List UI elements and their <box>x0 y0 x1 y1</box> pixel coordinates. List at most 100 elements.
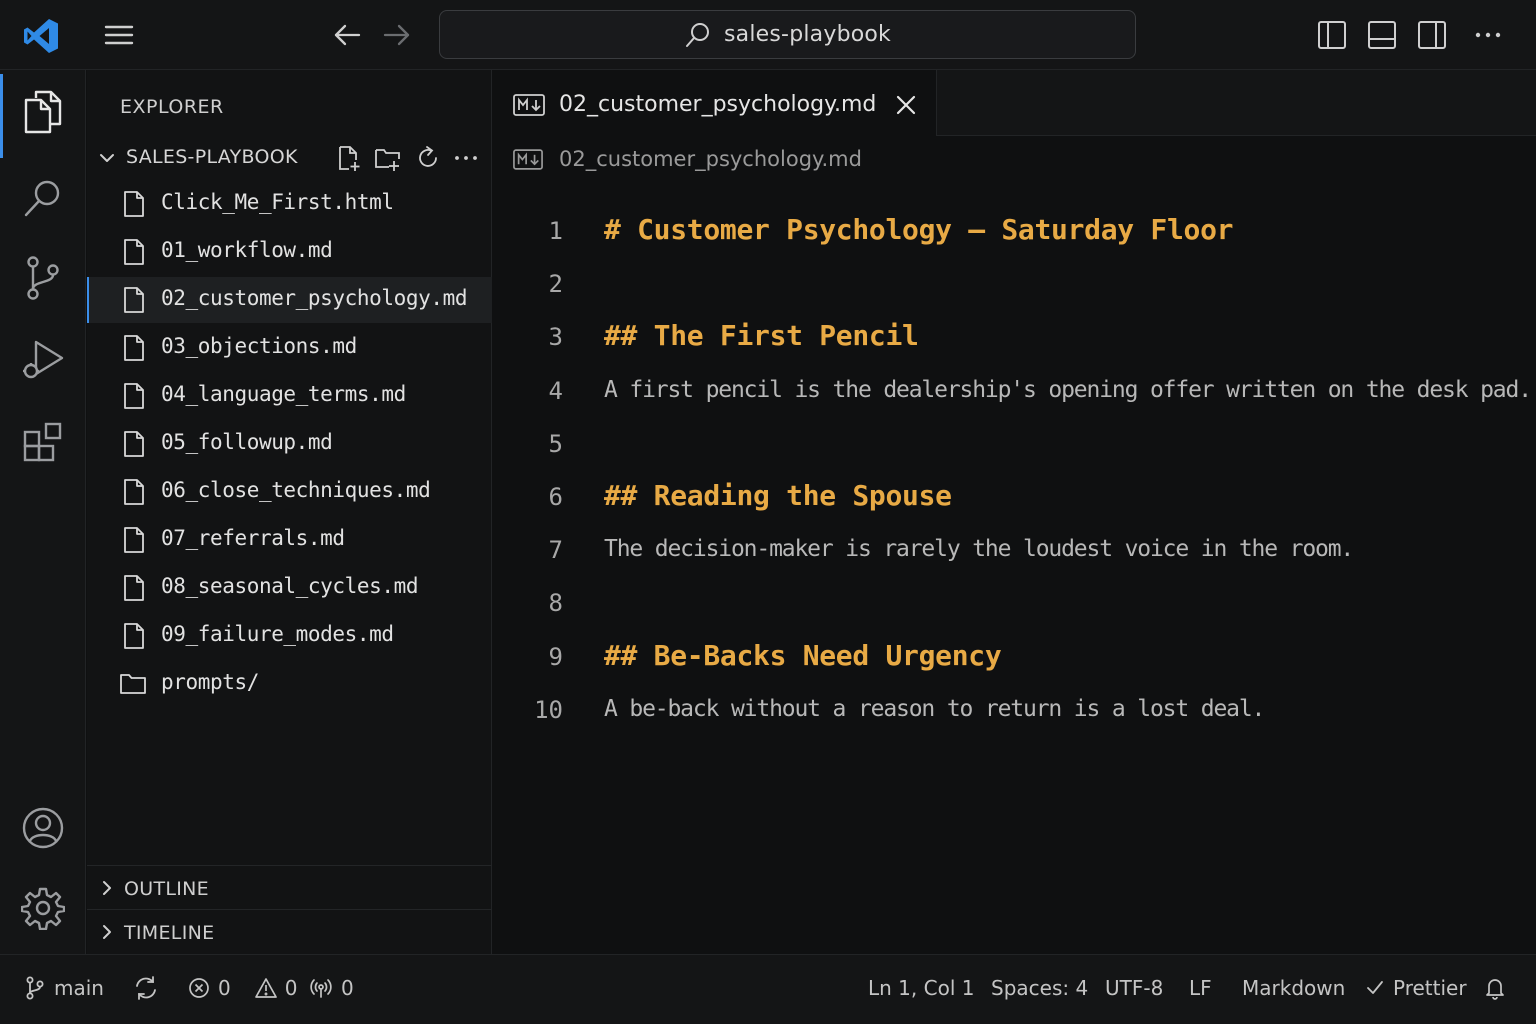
file-name: 05_followup.md <box>161 430 333 454</box>
line-number: 2 <box>548 270 563 299</box>
timeline-label: TIMELINE <box>124 922 215 944</box>
heading-line: ## The First Pencil <box>604 319 919 353</box>
file-icon <box>122 622 146 650</box>
error-icon <box>188 977 210 999</box>
tab-label: 02_customer_psychology.md <box>559 92 877 117</box>
file-name: 04_language_terms.md <box>161 382 406 406</box>
hamburger-menu-icon[interactable] <box>102 20 136 50</box>
file-name: 08_seasonal_cycles.md <box>161 574 419 598</box>
cursor-position[interactable]: Ln 1, Col 1 <box>868 971 974 1005</box>
file-item[interactable]: 09_failure_modes.md <box>87 613 492 659</box>
file-item[interactable]: 02_customer_psychology.md <box>87 277 492 323</box>
end-of-line[interactable]: LF <box>1189 971 1212 1005</box>
branch-name: main <box>54 976 104 1000</box>
markdown-icon <box>513 94 545 116</box>
heading-line: ## Be-Backs Need Urgency <box>604 638 1002 672</box>
file-item[interactable]: 04_language_terms.md <box>87 373 492 419</box>
refresh-icon[interactable] <box>414 144 442 172</box>
formatter-name: Prettier <box>1393 976 1467 1000</box>
breadcrumb[interactable]: 02_customer_psychology.md <box>513 144 862 174</box>
file-item[interactable]: 01_workflow.md <box>87 229 492 275</box>
file-name: 01_workflow.md <box>161 238 333 262</box>
file-name: 03_objections.md <box>161 334 357 358</box>
arrow-left-icon[interactable] <box>330 20 364 50</box>
text-line: The decision-maker is rarely the loudest… <box>604 536 1354 563</box>
line-number: 8 <box>548 589 563 618</box>
chevron-right-icon <box>97 922 117 942</box>
file-icon <box>122 526 146 554</box>
formatter-status[interactable]: Prettier <box>1365 971 1467 1005</box>
file-item[interactable]: 08_seasonal_cycles.md <box>87 565 492 611</box>
markdown-icon <box>513 148 543 170</box>
encoding[interactable]: UTF-8 <box>1105 971 1163 1005</box>
command-center-search[interactable]: sales-playbook <box>439 10 1136 59</box>
line-number: 4 <box>548 376 563 405</box>
file-icon <box>122 286 146 314</box>
bell-icon[interactable] <box>1484 971 1506 1005</box>
file-icon <box>122 478 146 506</box>
gear-icon[interactable] <box>0 868 86 948</box>
vscode-logo-icon[interactable] <box>22 17 60 55</box>
file-icon <box>122 382 146 410</box>
branch-icon <box>24 976 46 1000</box>
heading-line: # Customer Psychology — Saturday Floor <box>604 213 1234 246</box>
sync-icon[interactable] <box>133 971 159 1005</box>
file-icon <box>122 238 146 266</box>
line-number: 6 <box>548 483 563 511</box>
title-bar: sales-playbook <box>0 0 1536 70</box>
editor-area: 02_customer_psychology.md 02_customer_ps… <box>493 70 1536 954</box>
new-file-icon[interactable] <box>335 144 363 172</box>
language-mode[interactable]: Markdown <box>1242 971 1345 1005</box>
file-icon <box>122 334 146 362</box>
explorer-icon[interactable] <box>0 72 86 158</box>
search-text: sales-playbook <box>724 22 891 47</box>
file-name: prompts/ <box>161 670 259 694</box>
account-icon[interactable] <box>0 788 86 868</box>
outline-panel-header[interactable]: OUTLINE <box>87 865 492 909</box>
text-line: A first pencil is the dealership's openi… <box>604 376 1532 403</box>
folder-section-header[interactable]: SALES-PLAYBOOK <box>87 140 492 176</box>
file-name: 06_close_techniques.md <box>161 478 431 502</box>
tab-bar: 02_customer_psychology.md <box>493 70 1536 136</box>
problems-indicator[interactable]: 0 0 <box>188 971 297 1005</box>
file-name: Click_Me_First.html <box>161 190 394 214</box>
file-item[interactable]: 03_objections.md <box>87 325 492 371</box>
search-view-icon[interactable] <box>0 158 86 238</box>
ports-indicator[interactable]: 0 <box>309 971 354 1005</box>
explorer-sidebar: EXPLORER SALES-PLAYBOOK Click_Me_First.h… <box>87 70 492 954</box>
check-icon <box>1365 978 1385 998</box>
error-count: 0 <box>218 976 231 1000</box>
extensions-icon[interactable] <box>0 402 86 482</box>
text-line: A be-back without a reason to return is … <box>604 695 1265 722</box>
toggle-secondary-sidebar-icon[interactable] <box>1416 18 1448 52</box>
arrow-right-icon[interactable] <box>380 20 414 50</box>
file-item[interactable]: 06_close_techniques.md <box>87 469 492 515</box>
source-control-icon[interactable] <box>0 238 86 318</box>
ports-count: 0 <box>341 976 354 1000</box>
line-number: 1 <box>548 217 563 245</box>
indentation[interactable]: Spaces: 4 <box>991 971 1088 1005</box>
file-item[interactable]: 07_referrals.md <box>87 517 492 563</box>
file-name: 09_failure_modes.md <box>161 622 394 646</box>
new-folder-icon[interactable] <box>374 144 402 172</box>
toggle-primary-sidebar-icon[interactable] <box>1316 18 1348 52</box>
line-number: 10 <box>534 695 563 724</box>
line-number: 7 <box>548 536 563 565</box>
broadcast-icon <box>309 977 333 999</box>
file-item[interactable]: Click_Me_First.html <box>87 181 492 227</box>
line-number: 3 <box>548 323 563 352</box>
search-icon <box>684 21 712 49</box>
activity-bar <box>0 70 86 954</box>
timeline-panel-header[interactable]: TIMELINE <box>87 909 492 953</box>
branch-indicator[interactable]: main <box>24 971 104 1005</box>
close-icon[interactable] <box>893 92 919 118</box>
editor-tab-active[interactable]: 02_customer_psychology.md <box>493 70 937 136</box>
run-debug-icon[interactable] <box>0 320 86 400</box>
file-icon <box>122 190 146 218</box>
file-item[interactable]: 05_followup.md <box>87 421 492 467</box>
more-actions-icon[interactable] <box>1472 18 1504 52</box>
toggle-panel-icon[interactable] <box>1366 18 1398 52</box>
folder-item[interactable]: prompts/ <box>87 661 492 707</box>
warning-icon <box>254 977 277 999</box>
more-icon[interactable] <box>452 144 480 172</box>
